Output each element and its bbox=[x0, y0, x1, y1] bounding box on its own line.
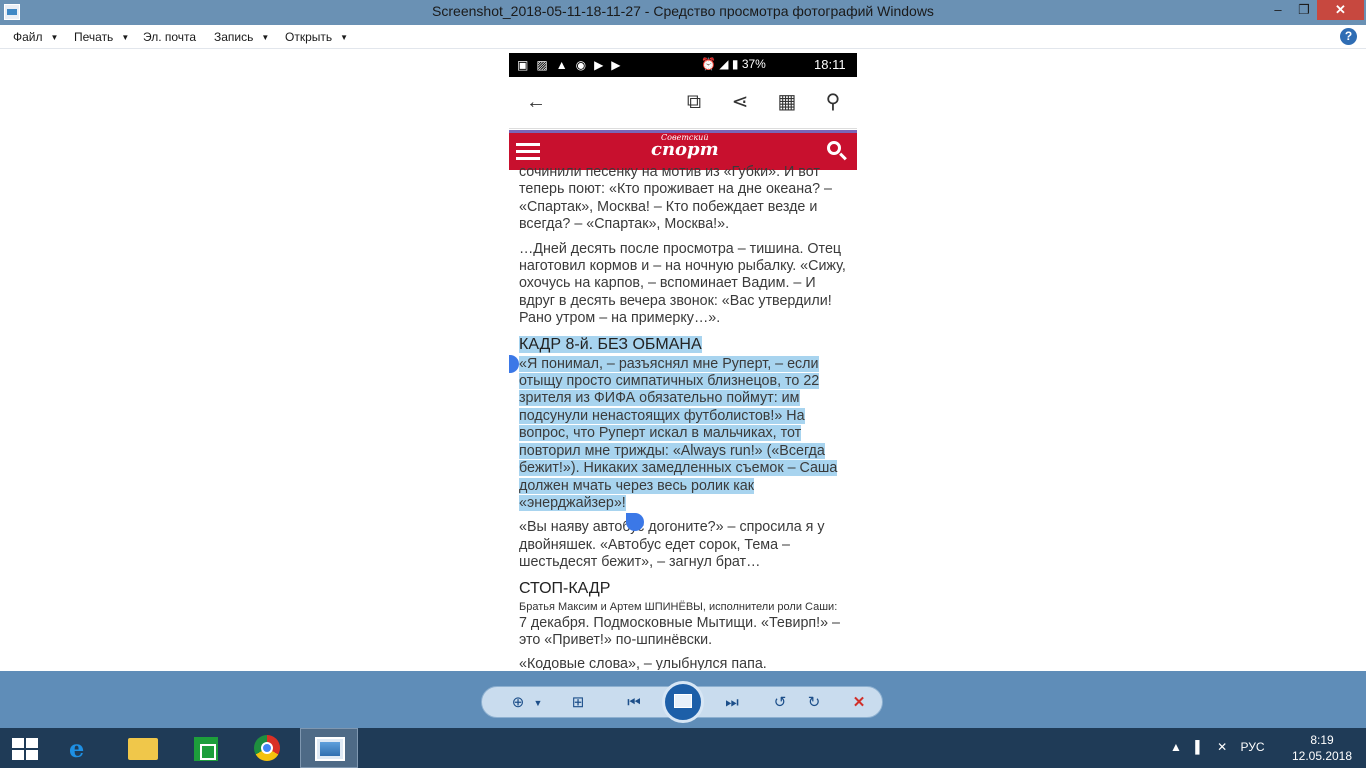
photo-caption: Братья Максим и Артем ШПИНЁВЫ, исполните… bbox=[519, 600, 838, 613]
taskbar-chrome[interactable] bbox=[238, 728, 296, 768]
taskbar-internet-explorer[interactable]: e bbox=[52, 728, 110, 768]
internet-explorer-icon: e bbox=[69, 734, 85, 763]
article-heading: КАДР 8-й. БЕЗ ОБМАНА bbox=[519, 335, 849, 354]
article-paragraph: …Дней десять после просмотра – тишина. О… bbox=[519, 240, 846, 327]
network-icon[interactable]: ▌ bbox=[1195, 740, 1204, 754]
back-arrow-icon: ← bbox=[526, 91, 546, 113]
selection-end-handle bbox=[626, 513, 644, 531]
show-hidden-icons-icon[interactable]: ▲ bbox=[1170, 740, 1182, 754]
store-icon bbox=[194, 737, 218, 761]
share-icon: ⋖ bbox=[731, 91, 749, 113]
next-icon[interactable]: ⏭ bbox=[720, 693, 744, 713]
folder-icon bbox=[128, 738, 158, 760]
window-title: Screenshot_2018-05-11-18-11-27 - Средств… bbox=[432, 3, 934, 19]
slideshow-button[interactable] bbox=[662, 681, 704, 723]
start-button[interactable] bbox=[0, 728, 58, 768]
chat-icon: ▣ bbox=[517, 58, 537, 72]
search-icon: ⚲ bbox=[825, 91, 841, 113]
delete-icon[interactable]: ✕ bbox=[847, 693, 871, 713]
title-bar: Screenshot_2018-05-11-18-11-27 - Средств… bbox=[0, 0, 1366, 25]
app-icon: ▲ bbox=[555, 58, 576, 72]
menu-burn-label: Запись bbox=[214, 30, 254, 44]
select-all-icon: ▦ bbox=[777, 91, 797, 113]
windows-logo-icon bbox=[12, 738, 38, 760]
chevron-down-icon: ▼ bbox=[121, 33, 130, 42]
rotate-right-icon[interactable]: ↻ bbox=[802, 693, 826, 713]
play-store-icon: ▶ bbox=[611, 58, 629, 72]
site-search-icon bbox=[827, 141, 847, 161]
alarm-icon: ⏰ bbox=[701, 57, 716, 71]
logo-small-text: Советский bbox=[661, 133, 709, 142]
menu-open-label: Открыть bbox=[285, 30, 333, 44]
android-status-bar: ▣▨▲◉▶▶ ⏰ ◢ ▮ 37% 18:11 bbox=[509, 53, 857, 77]
selected-heading-text: КАДР 8-й. БЕЗ ОБМАНА bbox=[519, 335, 702, 353]
status-time: 18:11 bbox=[814, 57, 846, 72]
taskbar-file-explorer[interactable] bbox=[114, 728, 172, 768]
viewer-controls-bar: ⊕ ▼ ⊞ ⏮ ⏭ ↺ ↻ ✕ bbox=[0, 671, 1366, 728]
clock[interactable]: 8:19 12.05.2018 bbox=[1290, 732, 1354, 764]
chevron-down-icon[interactable]: ▼ bbox=[526, 693, 550, 713]
slideshow-icon bbox=[674, 694, 692, 708]
article-paragraph: «Кодовые слова», – улыбнулся папа. bbox=[519, 656, 767, 670]
language-indicator[interactable]: РУС bbox=[1241, 740, 1265, 754]
rotate-left-icon[interactable]: ↺ bbox=[768, 693, 792, 713]
menu-file-label: Файл bbox=[13, 30, 43, 44]
taskbar-photo-viewer[interactable] bbox=[300, 728, 358, 768]
menu-bar: Файл ▼ Печать ▼ Эл. почта Запись ▼ Открыть ▼… bbox=[0, 25, 1366, 49]
shield-icon: ◉ bbox=[575, 58, 595, 72]
chrome-icon bbox=[254, 735, 280, 761]
battery-icon: ▮ bbox=[731, 57, 739, 71]
copy-icon: ⧉ bbox=[686, 91, 702, 113]
notification-icons: ▣▨▲◉▶▶ bbox=[517, 58, 629, 72]
battery-percent: 37% bbox=[741, 57, 766, 71]
menu-open[interactable]: Открыть ▼ bbox=[285, 30, 348, 44]
hamburger-menu-icon bbox=[516, 143, 540, 161]
chevron-down-icon: ▼ bbox=[261, 33, 270, 42]
actual-size-icon[interactable]: ⊞ bbox=[566, 693, 590, 713]
logo-text: спорт bbox=[651, 139, 719, 160]
volume-muted-icon[interactable]: ✕ bbox=[1217, 740, 1227, 754]
chevron-down-icon: ▼ bbox=[340, 33, 349, 42]
play-icon: ▶ bbox=[594, 58, 612, 72]
article-paragraph: сочинили песенку на мотив из «Губки». И … bbox=[519, 164, 832, 233]
taskbar-store[interactable] bbox=[176, 728, 234, 768]
viewer-app-toolbar: ← ⧉ ⋖ ▦ ⚲ bbox=[509, 77, 857, 129]
maximize-button[interactable]: ❐ bbox=[1291, 0, 1317, 20]
photo-viewer-icon bbox=[315, 737, 345, 761]
taskbar: e ▲ ▌ ✕ РУС 8:19 12.05.2018 bbox=[0, 728, 1366, 768]
displayed-image: ▣▨▲◉▶▶ ⏰ ◢ ▮ 37% 18:11 ← ⧉ ⋖ ▦ ⚲ Советск… bbox=[509, 53, 857, 670]
menu-print[interactable]: Печать ▼ bbox=[74, 30, 129, 44]
menu-email-label: Эл. почта bbox=[143, 30, 197, 44]
gallery-icon: ▨ bbox=[536, 58, 556, 72]
chevron-down-icon: ▼ bbox=[50, 33, 59, 42]
system-tray: ▲ ▌ ✕ РУС bbox=[1170, 740, 1275, 754]
site-logo: Советский спорт bbox=[651, 133, 719, 160]
system-icons: ⏰ ◢ ▮ 37% bbox=[701, 57, 766, 71]
help-icon[interactable]: ? bbox=[1340, 28, 1357, 45]
signal-icon: ◢ bbox=[719, 57, 729, 71]
menu-email[interactable]: Эл. почта bbox=[143, 30, 196, 44]
menu-burn[interactable]: Запись ▼ bbox=[214, 30, 269, 44]
menu-print-label: Печать bbox=[74, 30, 114, 44]
article-paragraph: 7 декабря. Подмосковные Мытищи. «Тевирп!… bbox=[519, 614, 841, 648]
close-button[interactable]: ✕ bbox=[1317, 0, 1364, 20]
menu-file[interactable]: Файл ▼ bbox=[13, 30, 58, 44]
minimize-button[interactable]: ‒ bbox=[1265, 0, 1291, 20]
clock-time: 8:19 bbox=[1310, 733, 1334, 747]
article-body: сочинили песенку на мотив из «Губки». И … bbox=[519, 164, 849, 670]
selection-start-handle bbox=[509, 355, 519, 373]
article-paragraph: «Вы наяву автобус догоните?» – спросила … bbox=[519, 519, 825, 571]
article-heading: СТОП-КАДР bbox=[519, 579, 611, 597]
previous-icon[interactable]: ⏮ bbox=[622, 693, 646, 713]
selected-paragraph-text: «Я понимал, – разъяснял мне Руперт, – ес… bbox=[519, 355, 838, 511]
clock-date: 12.05.2018 bbox=[1291, 749, 1353, 763]
article-paragraph: «Я понимал, – разъяснял мне Руперт, – ес… bbox=[519, 355, 849, 513]
